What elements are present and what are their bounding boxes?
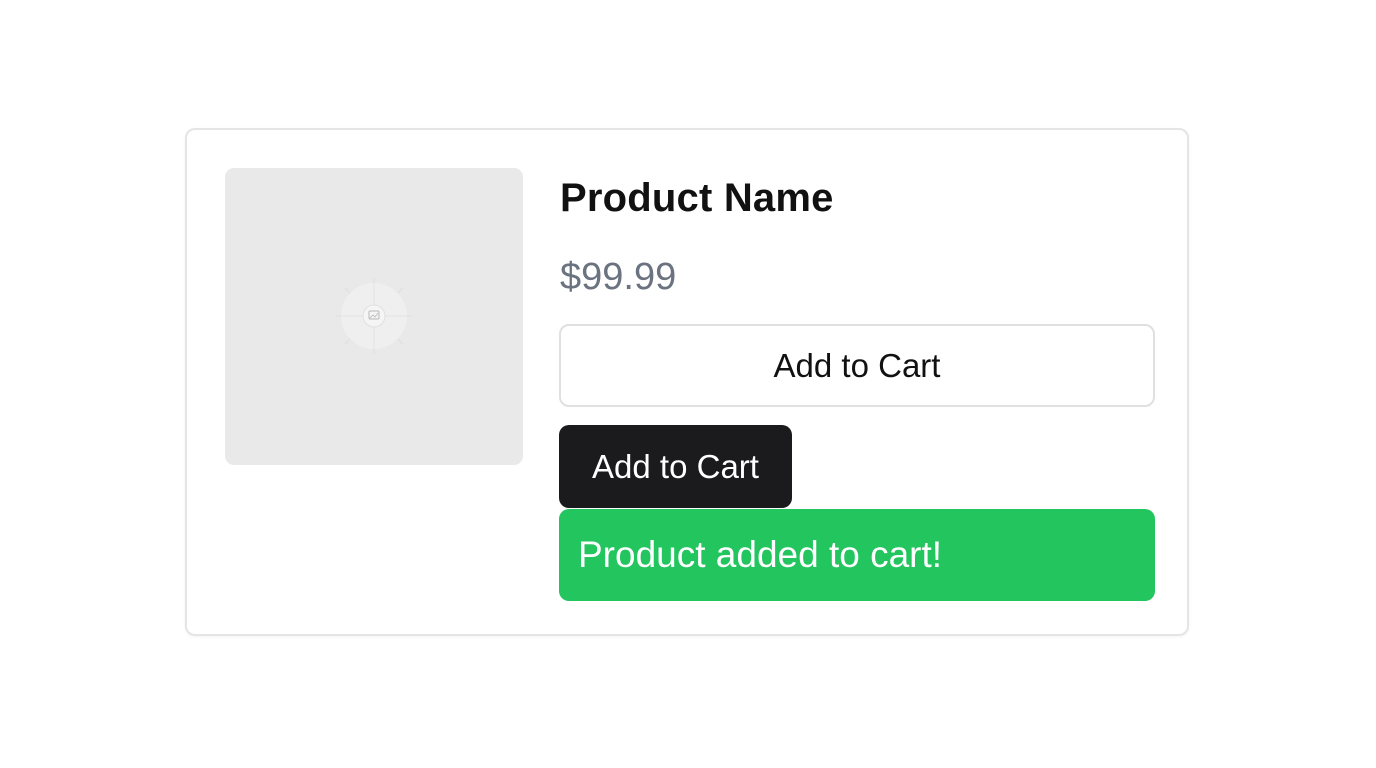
notification-message: Product added to cart! (578, 534, 943, 575)
success-notification: Product added to cart! (559, 509, 1155, 601)
product-card: Product Name $99.99 Add to Cart Add to C… (185, 128, 1189, 636)
product-image-placeholder (225, 168, 523, 465)
add-to-cart-button[interactable]: Add to Cart (559, 425, 792, 508)
add-to-cart-outline-button[interactable]: Add to Cart (559, 324, 1155, 407)
image-icon (336, 278, 412, 354)
product-title: Product Name (560, 176, 834, 220)
product-price: $99.99 (560, 256, 677, 298)
